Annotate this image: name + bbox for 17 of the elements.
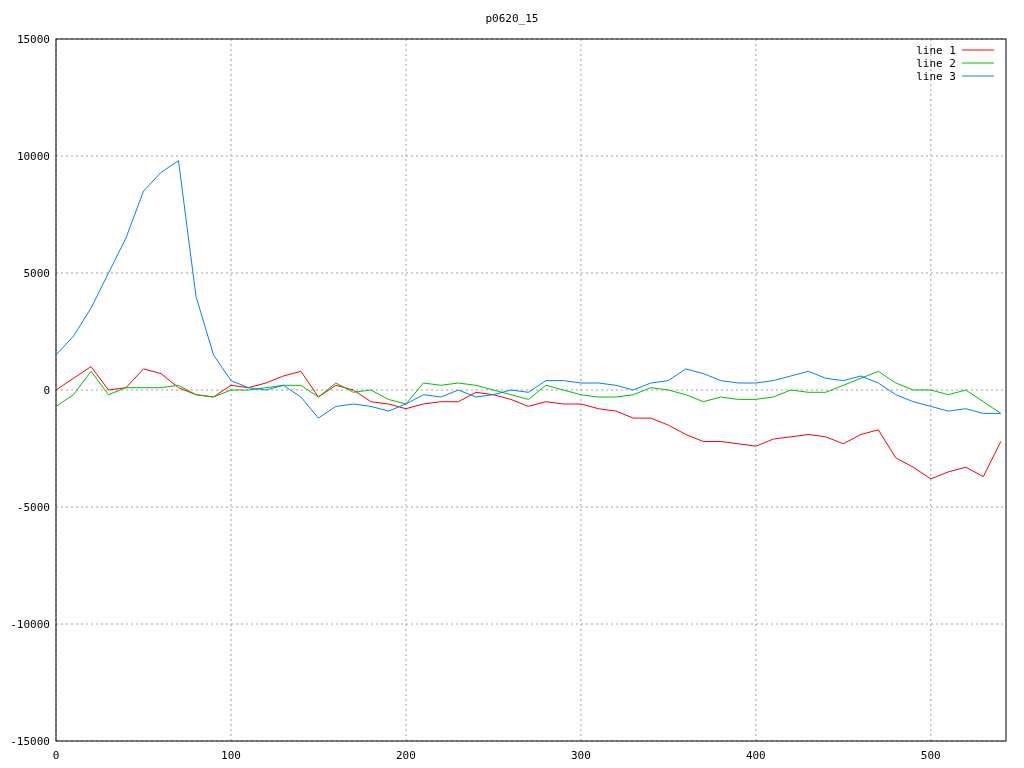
y-tick-label: 10000 xyxy=(16,150,50,163)
x-tick-label: 400 xyxy=(745,749,766,762)
x-tick-label: 500 xyxy=(920,749,941,762)
y-tick-label: 0 xyxy=(43,384,50,397)
y-tick-label: 15000 xyxy=(16,33,50,46)
x-tick-label: 300 xyxy=(570,749,591,762)
legend-label: line 3 xyxy=(916,70,956,83)
x-tick-label: 200 xyxy=(395,749,416,762)
x-tick-label: 100 xyxy=(221,749,241,762)
legend-label: line 2 xyxy=(916,57,956,70)
chart-title: p0620_15 xyxy=(485,12,539,25)
y-tick-label: -15000 xyxy=(10,735,50,748)
x-tick-label: 0 xyxy=(52,749,60,762)
y-tick-label: -10000 xyxy=(10,618,50,631)
legend-label: line 1 xyxy=(916,44,956,57)
y-tick-label: -5000 xyxy=(16,501,50,514)
y-tick-label: 5000 xyxy=(23,267,50,280)
